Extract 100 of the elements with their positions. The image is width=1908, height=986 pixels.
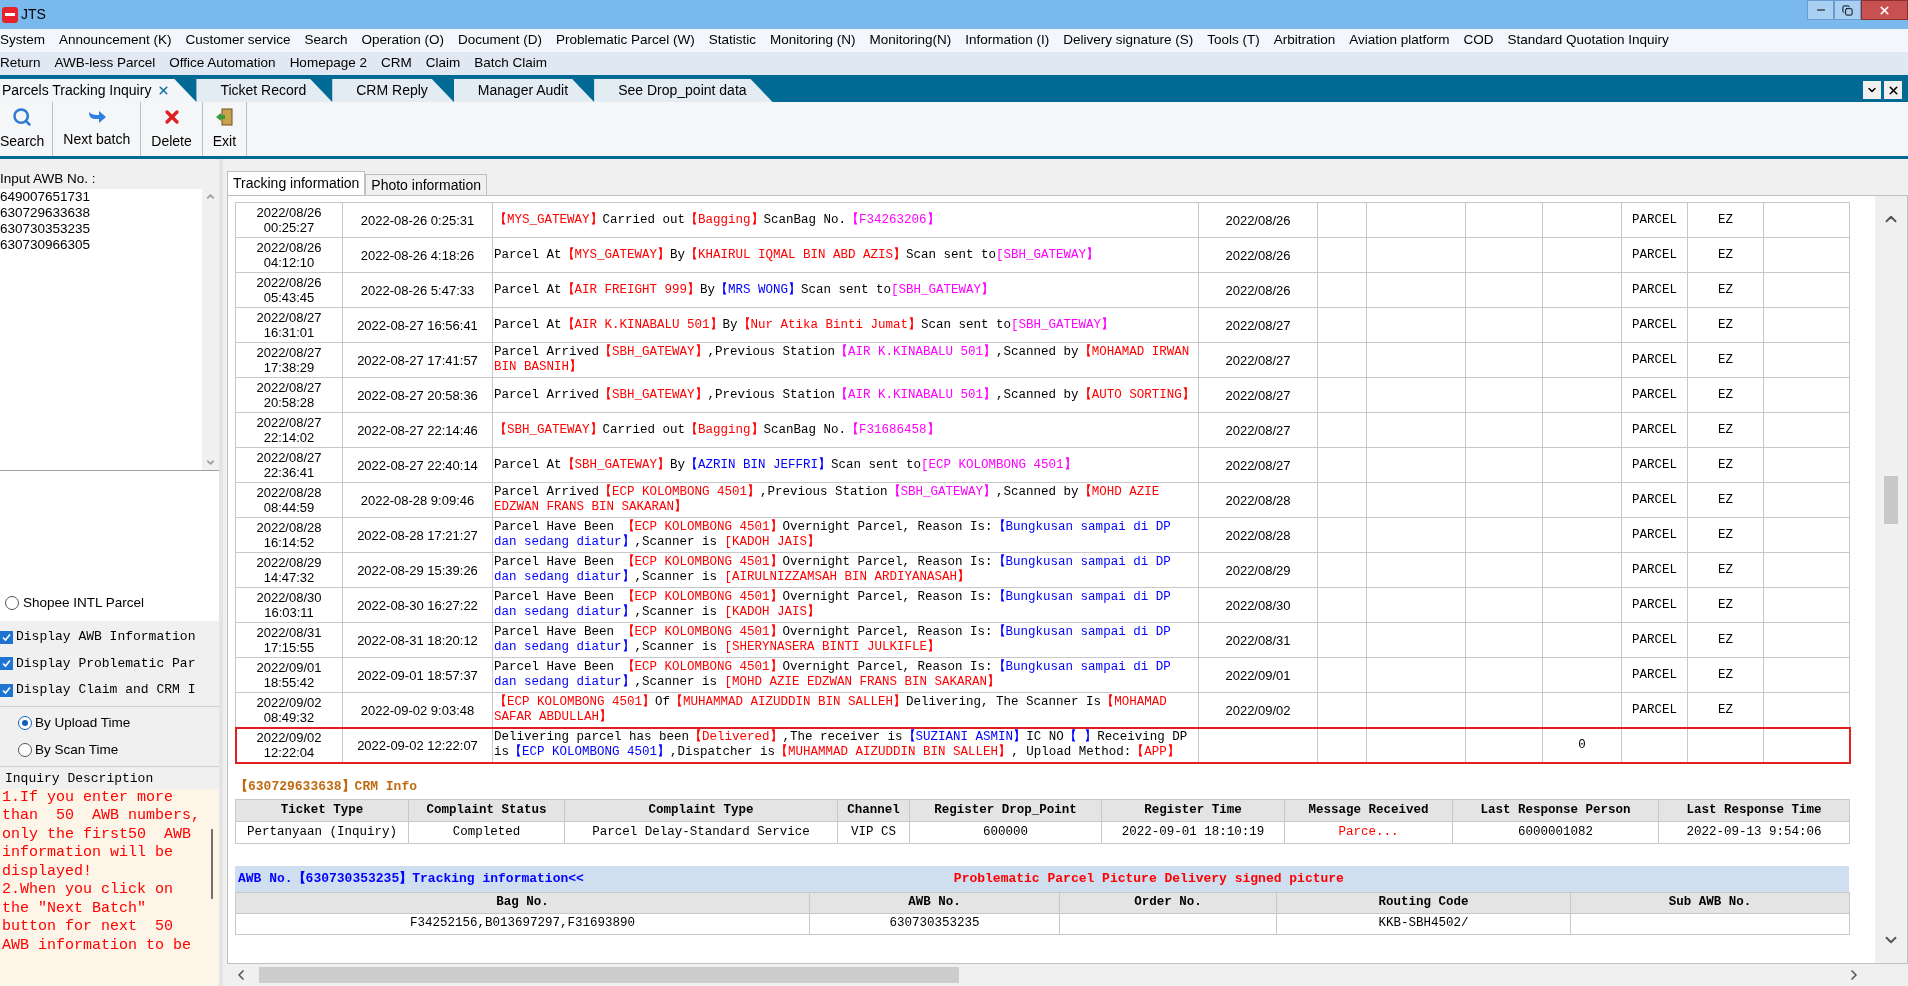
radio-button[interactable]: [18, 715, 32, 730]
checkbox[interactable]: [0, 683, 13, 697]
table-row[interactable]: [235, 622, 1850, 658]
table-cell: 2022/08/27 22:36:41: [235, 447, 343, 483]
table-row[interactable]: 2022/08/26 04:12:10 2022-08-26 4:18:26 Parcel At【MYS_GATEWAY】By【KHAIRUL IQMAL BIN ABD AZIS】Scan sent to[SBH_GATEWAY】 2022/08/26 PARCEL EZ: [235, 237, 1850, 273]
close-button[interactable]: [1884, 81, 1902, 99]
document-tab[interactable]: Manager Audit: [453, 79, 595, 102]
table-cell: 2022-08-28 9:09:46: [342, 482, 493, 518]
table-cell: 2022/08/27 20:58:28: [235, 377, 343, 413]
column-header: AWB No.: [809, 892, 1060, 913]
table-cell: VIP CS: [837, 821, 910, 843]
menu-item[interactable]: Standard Quotation Inquiry: [1507, 30, 1669, 51]
event-description: Parcel At【AIR FREIGHT 999】By【MRS WONG】Scan sent to[SBH_GATEWAY】: [492, 272, 1199, 308]
menu-item[interactable]: Office Automation: [169, 53, 276, 74]
door-icon: [214, 106, 235, 127]
scrollbar-thumb[interactable]: [259, 967, 959, 983]
menu-item[interactable]: Arbitration: [1273, 30, 1336, 51]
table-row[interactable]: 2022/08/28 08:44:59 2022-08-28 9:09:46 Parcel Arrived【ECP KOLOMBONG 4501】,Previous Station【SBH_GATEWAY】,Scanned by【MOHD AZIE EDZWAN FRANS BIN SAKARAN】 2022/08/28 PARCEL EZ: [235, 482, 1850, 518]
table-cell: F34252156,B013697297,F31693890: [235, 913, 810, 934]
search-icon: [12, 106, 33, 127]
table-row[interactable]: 2022/08/27 22:14:02 2022-08-27 22:14:46 【SBH_GATEWAY】Carried out【Bagging】ScanBag No.【F31686458】 2022/08/27 PARCEL EZ: [235, 412, 1850, 448]
table-row[interactable]: 2022/08/27 22:36:41 2022-08-27 22:40:14 Parcel At【SBH_GATEWAY】By【AZRIN BIN JEFFRI】Scan sent to[ECP KOLOMBONG 4501】 2022/08/27 PARCEL EZ: [235, 447, 1850, 483]
document-tab[interactable]: CRM Reply: [332, 79, 454, 102]
inquiry-description: 1.If you enter more than 50 AWB numbers, only the first50 AWB information will be displayed! 2.When you click on the ″Next Batch″ button for next 50 AWB information to be: [1, 788, 202, 956]
table-row[interactable]: 2022/08/27 20:58:28 2022-08-27 20:58:36 Parcel Arrived【SBH_GATEWAY】,Previous Station【AIR K.KINABALU 501】,Scanned by【AUTO SORTING】 2022/08/27 PARCEL EZ: [235, 377, 1850, 413]
table-cell: 2022-08-26 4:18:26: [342, 237, 493, 273]
table-row[interactable]: 2022/08/27 17:38:29 2022-08-27 17:41:57 Parcel Arrived【SBH_GATEWAY】,Previous Station【AIR K.KINABALU 501】,Scanned by【MOHAMAD IRWAN BIN BASNIH】 2022/08/27 PARCEL EZ: [235, 342, 1850, 378]
table-row[interactable]: 2022/08/27 16:31:01 2022-08-27 16:56:41 Parcel At【AIR K.KINABALU 501】By【Nur Atika Binti Jumat】Scan sent to[SBH_GATEWAY】 2022/08/27 PARCEL EZ: [235, 307, 1850, 343]
menu-item[interactable]: Information (I): [965, 30, 1050, 51]
app-logo-icon: [2, 6, 18, 23]
menu-item[interactable]: Claim: [425, 53, 461, 74]
table-cell: EZ: [1687, 272, 1764, 308]
checkbox[interactable]: [0, 657, 13, 670]
toolbar-button[interactable]: Exit: [202, 102, 248, 156]
table-row[interactable]: 2022/08/26 05:43:45 2022-08-26 5:47:33 Parcel At【AIR FREIGHT 999】By【MRS WONG】Scan sent to[SBH_GATEWAY】 2022/08/26 PARCEL EZ: [235, 272, 1850, 308]
event-description: Parcel Have Been 【ECP KOLOMBONG 4501】Overnight Parcel, Reason Is:【Bungkusan sampai di DP dan sedang diatur】,Scanner is [AIRULNIZZAMSAH BIN ARDIYANASAH】: [492, 552, 1199, 588]
menu-item[interactable]: Operation (O): [361, 30, 444, 51]
event-description: Parcel Arrived【ECP KOLOMBONG 4501】,Previous Station【SBH_GATEWAY】,Scanned by【MOHD AZIE EDZWAN FRANS BIN SAKARAN】: [492, 482, 1199, 518]
document-tab[interactable]: Ticket Record: [196, 79, 333, 102]
menu-item[interactable]: Document (D): [457, 30, 542, 51]
table-cell: 2022/08/27 17:38:29: [235, 342, 343, 378]
tracking-link[interactable]: AWB No.【630730353235】Tracking information<<: [238, 868, 584, 889]
menu-item[interactable]: Homepage 2: [289, 53, 367, 74]
radio-button[interactable]: [5, 596, 19, 611]
menu-item[interactable]: Batch Claim: [474, 53, 547, 74]
document-tab[interactable]: See Drop_point data: [594, 79, 773, 102]
menu-item[interactable]: CRM: [380, 53, 412, 74]
dropdown-button[interactable]: [1863, 81, 1881, 99]
table-cell: EZ: [1687, 657, 1764, 693]
content-tab[interactable]: Tracking information: [227, 171, 366, 195]
menu-item[interactable]: Delivery signature (S): [1063, 30, 1194, 51]
table-cell: 2022-08-27 20:58:36: [342, 377, 493, 413]
table-cell: EZ: [1687, 412, 1764, 448]
table-row[interactable]: 2022/09/02 08:49:32 2022-09-02 9:03:48 【ECP KOLOMBONG 4501】Of【MUHAMMAD AIZUDDIN BIN SALLEH】Delivering, The Scanner Is【MOHAMAD SAFAR ABDULLAH】 2022/09/02 PARCEL EZ: [235, 692, 1850, 728]
event-description: 【ECP KOLOMBONG 4501】Of【MUHAMMAD AIZUDDIN BIN SALLEH】Delivering, The Scanner Is【MOHAMAD SAFAR ABDULLAH】: [492, 692, 1199, 728]
menu-item[interactable]: Announcement (K): [59, 30, 172, 51]
toolbar-button[interactable]: Delete: [141, 102, 203, 156]
table-cell: 600000: [909, 821, 1102, 843]
table-row[interactable]: [235, 657, 1850, 693]
menu-item[interactable]: Return: [0, 53, 41, 74]
menu-item[interactable]: Customer service: [185, 30, 291, 51]
event-description: Parcel Have Been 【ECP KOLOMBONG 4501】Overnight Parcel, Reason Is:【Bungkusan sampai di DP dan sedang diatur】,Scanner is [MOHD AZIE EDZWAN FRANS BIN SAKARAN】: [492, 657, 1199, 693]
menu-item[interactable]: Monitoring(N): [869, 30, 952, 51]
menu-item[interactable]: AWB-less Parcel: [54, 53, 156, 74]
toolbar-button[interactable]: Next batch: [53, 102, 142, 156]
column-header: Routing Code: [1276, 892, 1571, 913]
menu-item[interactable]: Monitoring (N): [770, 30, 856, 51]
minimize-button[interactable]: [1807, 0, 1834, 20]
checkbox[interactable]: [0, 630, 13, 644]
table-cell: 2022-08-27 16:56:41: [342, 307, 493, 343]
table-row[interactable]: [235, 552, 1850, 588]
menu-item[interactable]: Problematic Parcel (W): [555, 30, 695, 51]
awb-input-field[interactable]: 649007651731 630729633638 630730353235 630730966305: [0, 189, 219, 472]
event-description: Parcel Have Been 【ECP KOLOMBONG 4501】Overnight Parcel, Reason Is:【Bungkusan sampai di DP dan sedang diatur】,Scanner is [KADOH JAIS】: [492, 587, 1199, 623]
menu-item[interactable]: Statistic: [708, 30, 756, 51]
table-row[interactable]: [235, 727, 1850, 763]
content-tab[interactable]: Photo information: [365, 174, 488, 195]
column-header: Channel: [837, 799, 910, 821]
menu-item[interactable]: Tools (T): [1207, 30, 1260, 51]
table-row[interactable]: 2022/08/28 16:14:52 2022-08-28 17:21:27 Parcel Have Been 【ECP KOLOMBONG 4501】Overnight Parcel, Reason Is:【Bungkusan sampai di DP dan sedang diatur】,Scanner is [KADOH JAIS】 2022/08/28 PARCEL EZ: [235, 517, 1850, 553]
column-header: Complaint Status: [408, 799, 565, 821]
table-row[interactable]: 2022/08/26 00:25:27 2022-08-26 0:25:31 【MYS_GATEWAY】Carried out【Bagging】ScanBag No.【F34263206】 2022/08/26 PARCEL EZ: [235, 202, 1850, 238]
event-description: Delivering parcel has been【Delivered】,The receiver is【SUZIANI ASMIN】IC NO【 】Receiving DP is【ECP KOLOMBONG 4501】,Dispatcher is【MUHAMMAD AIZUDDIN BIN SALLEH】, Upload Method:【APP】: [492, 727, 1199, 763]
table-cell: 2022-08-27 17:41:57: [342, 342, 493, 378]
event-description: Parcel Have Been 【ECP KOLOMBONG 4501】Overnight Parcel, Reason Is:【Bungkusan sampai di DP dan sedang diatur】,Scanner is [SHERYNASERA BINTI JULKIFLE】: [492, 622, 1199, 658]
table-cell: EZ: [1687, 202, 1764, 238]
menu-item[interactable]: Aviation platform: [1349, 30, 1450, 51]
radio-button[interactable]: [18, 743, 32, 758]
table-cell: 2022-08-26 5:47:33: [342, 272, 493, 308]
checkbox-label: Display AWB Information: [16, 628, 196, 647]
restore-button[interactable]: [1834, 0, 1861, 20]
scrollbar-thumb[interactable]: [1884, 475, 1898, 524]
event-description: 【MYS_GATEWAY】Carried out【Bagging】ScanBag No.【F34263206】: [492, 202, 1199, 238]
document-tab[interactable]: Parcels Tracking Inquiry: [0, 79, 197, 102]
toolbar-button[interactable]: Search: [0, 102, 54, 156]
menu-item[interactable]: System: [0, 30, 45, 51]
vertical-scrollbar[interactable]: [1875, 196, 1907, 963]
menu-item[interactable]: COD: [1463, 30, 1494, 51]
menu-item[interactable]: Search: [304, 30, 348, 51]
table-row[interactable]: 2022/08/30 16:03:11 2022-08-30 16:27:22 Parcel Have Been 【ECP KOLOMBONG 4501】Overnight Parcel, Reason Is:【Bungkusan sampai di DP dan sedang diatur】,Scanner is [KADOH JAIS】 2022/08/30 PARCEL EZ: [235, 587, 1850, 623]
